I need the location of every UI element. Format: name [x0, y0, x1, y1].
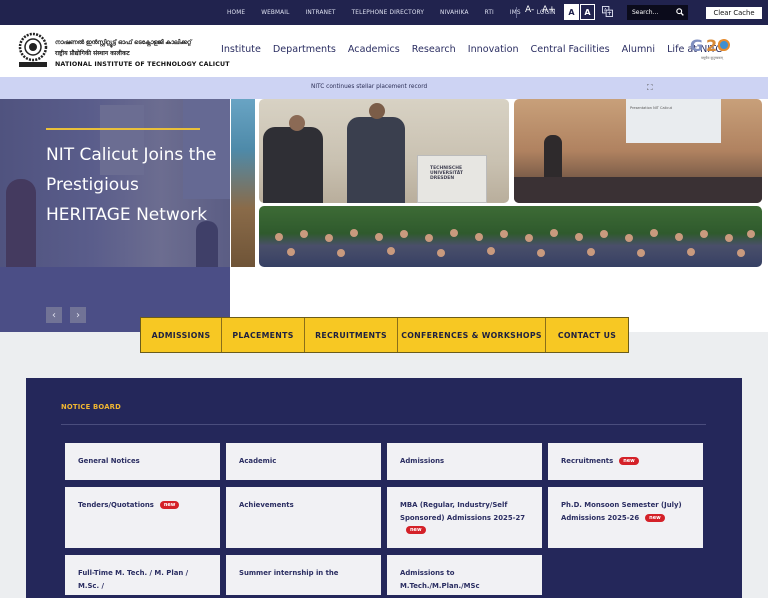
font-decrease-button[interactable]: A-	[525, 5, 534, 15]
expand-icon[interactable]: ⛶	[647, 83, 653, 93]
nav-departments[interactable]: Departments	[273, 44, 336, 55]
nav-central-facilities[interactable]: Central Facilities	[531, 44, 610, 55]
nav-academics[interactable]: Academics	[348, 44, 400, 55]
notice-card-label: MBA (Regular, Industry/Self Sponsored) A…	[400, 501, 526, 522]
search-placeholder: Search...	[632, 9, 659, 16]
quick-links: ADMISSIONS PLACEMENTS RECRUITMENTS CONFE…	[140, 317, 629, 353]
top-utility-bar: HOME WEBMAIL INTRANET TELEPHONE DIRECTOR…	[0, 0, 768, 25]
top-link-nivahika[interactable]: NIVAHIKA	[440, 10, 469, 16]
quick-link-conferences-workshops[interactable]: CONFERENCES & WORKSHOPS	[398, 318, 546, 352]
ticker-message[interactable]: NITC continues stellar placement record	[311, 84, 427, 90]
hero-photo-conference-room: Presentation NIT Calicut	[514, 99, 762, 203]
nitc-logo-icon[interactable]	[16, 32, 50, 68]
clear-cache-button[interactable]: Clear Cache	[706, 7, 762, 19]
top-links: HOME WEBMAIL INTRANET TELEPHONE DIRECTOR…	[227, 0, 572, 25]
new-badge: new	[619, 457, 639, 465]
notice-card-label: Academic	[239, 457, 277, 465]
hero-photo-speakers: TECHNISCHE UNIVERSITÄT DRESDEN	[259, 99, 509, 203]
new-badge: new	[645, 513, 665, 522]
g20-letter: G	[690, 36, 704, 55]
institute-name-hindi: राष्ट्रीय प्रौद्योगिकी संस्थान कालीकट	[55, 50, 130, 57]
font-increase-button[interactable]: A+	[542, 5, 556, 15]
notice-card-summer-internship[interactable]: Summer internship in the	[226, 555, 381, 595]
hero-slide: NIT Calicut Joins the Prestigious HERITA…	[0, 99, 230, 332]
notice-card-mba-admissions[interactable]: MBA (Regular, Industry/Self Sponsored) A…	[387, 487, 542, 548]
notice-card-mtech-mplan-msc[interactable]: Admissions to M.Tech./M.Plan./MSc	[387, 555, 542, 595]
notice-card-achievements[interactable]: Achievements	[226, 487, 381, 548]
divider	[61, 424, 706, 425]
g20-logo: G 20 वसुधैव कुटुम्बकम्	[689, 36, 741, 64]
quick-link-admissions[interactable]: ADMISSIONS	[141, 318, 222, 352]
nav-research[interactable]: Research	[412, 44, 456, 55]
screen-text: Presentation NIT Calicut	[630, 106, 673, 110]
slide-next-button[interactable]: ›	[70, 307, 86, 323]
divider	[516, 7, 517, 18]
notice-card-label: Recruitments	[561, 457, 614, 465]
hero-photo-group	[259, 206, 762, 267]
notice-board: NOTICE BOARD General Notices Academic Ad…	[26, 378, 742, 598]
nav-alumni[interactable]: Alumni	[622, 44, 655, 55]
slide-prev-button[interactable]: ‹	[46, 307, 62, 323]
notice-card-phd-admissions[interactable]: Ph.D. Monsoon Semester (July) Admissions…	[548, 487, 703, 548]
notice-card-label: General Notices	[78, 457, 140, 465]
notice-card-admissions[interactable]: Admissions	[387, 443, 542, 480]
top-link-webmail[interactable]: WEBMAIL	[261, 10, 289, 16]
quick-link-recruitments[interactable]: RECRUITMENTS	[305, 318, 398, 352]
institute-name-english: NATIONAL INSTITUTE OF TECHNOLOGY CALICUT	[55, 61, 230, 68]
top-link-intranet[interactable]: INTRANET	[306, 10, 336, 16]
contrast-dark-button[interactable]: A	[580, 4, 595, 20]
top-link-rti[interactable]: RTI	[485, 10, 494, 16]
notice-card-label: Achievements	[239, 501, 294, 509]
globe-icon	[718, 39, 730, 51]
notice-card-label: Full-Time M. Tech. / M. Plan / M.Sc. /	[78, 569, 189, 590]
notice-card-recruitments[interactable]: Recruitments new	[548, 443, 703, 480]
notice-card-label: Tenders/Quotations	[78, 501, 154, 509]
quick-link-contact-us[interactable]: CONTACT US	[546, 318, 628, 352]
notice-card-academic[interactable]: Academic	[226, 443, 381, 480]
presentation-screen: Presentation NIT Calicut	[626, 99, 721, 143]
main-navigation: Institute Departments Academics Research…	[221, 44, 734, 55]
hero-title[interactable]: NIT Calicut Joins the Prestigious HERITA…	[46, 140, 226, 230]
g20-tagline: वसुधैव कुटुम्बकम्	[701, 56, 723, 60]
nav-innovation[interactable]: Innovation	[468, 44, 519, 55]
notice-board-title: NOTICE BOARD	[61, 403, 121, 411]
title-accent-line	[46, 128, 200, 130]
notice-card-mtech-admissions[interactable]: Full-Time M. Tech. / M. Plan / M.Sc. /	[65, 555, 220, 595]
site-header: നാഷണൽ ഇൻസ്റ്റിറ്റ്യൂട്ട് ഓഫ് ടെക്നോളജി ക…	[0, 25, 768, 77]
notice-card-label: Admissions	[400, 457, 445, 465]
hero-photo-strip	[231, 99, 255, 267]
notice-card-label: Admissions to M.Tech./M.Plan./MSc	[400, 569, 480, 590]
institute-name-malayalam: നാഷണൽ ഇൻസ്റ്റിറ്റ്യൂട്ട് ഓഫ് ടെക്നോളജി ക…	[55, 39, 192, 46]
new-badge: new	[406, 526, 426, 534]
notice-card-tenders-quotations[interactable]: Tenders/Quotations new	[65, 487, 220, 548]
nav-institute[interactable]: Institute	[221, 44, 261, 55]
top-link-telephone-directory[interactable]: TELEPHONE DIRECTORY	[352, 10, 424, 16]
announcement-ticker: NITC continues stellar placement record …	[0, 77, 768, 99]
contrast-light-button[interactable]: A	[564, 4, 579, 20]
translate-icon[interactable]: A	[602, 6, 613, 17]
new-badge: new	[159, 501, 180, 509]
notice-card-general-notices[interactable]: General Notices	[65, 443, 220, 480]
search-input[interactable]: Search...	[627, 5, 688, 20]
search-icon[interactable]	[676, 8, 684, 16]
top-link-home[interactable]: HOME	[227, 10, 245, 16]
quick-link-placements[interactable]: PLACEMENTS	[222, 318, 305, 352]
podium-text: TECHNISCHE UNIVERSITÄT DRESDEN	[430, 166, 463, 181]
podium: TECHNISCHE UNIVERSITÄT DRESDEN	[417, 155, 487, 203]
